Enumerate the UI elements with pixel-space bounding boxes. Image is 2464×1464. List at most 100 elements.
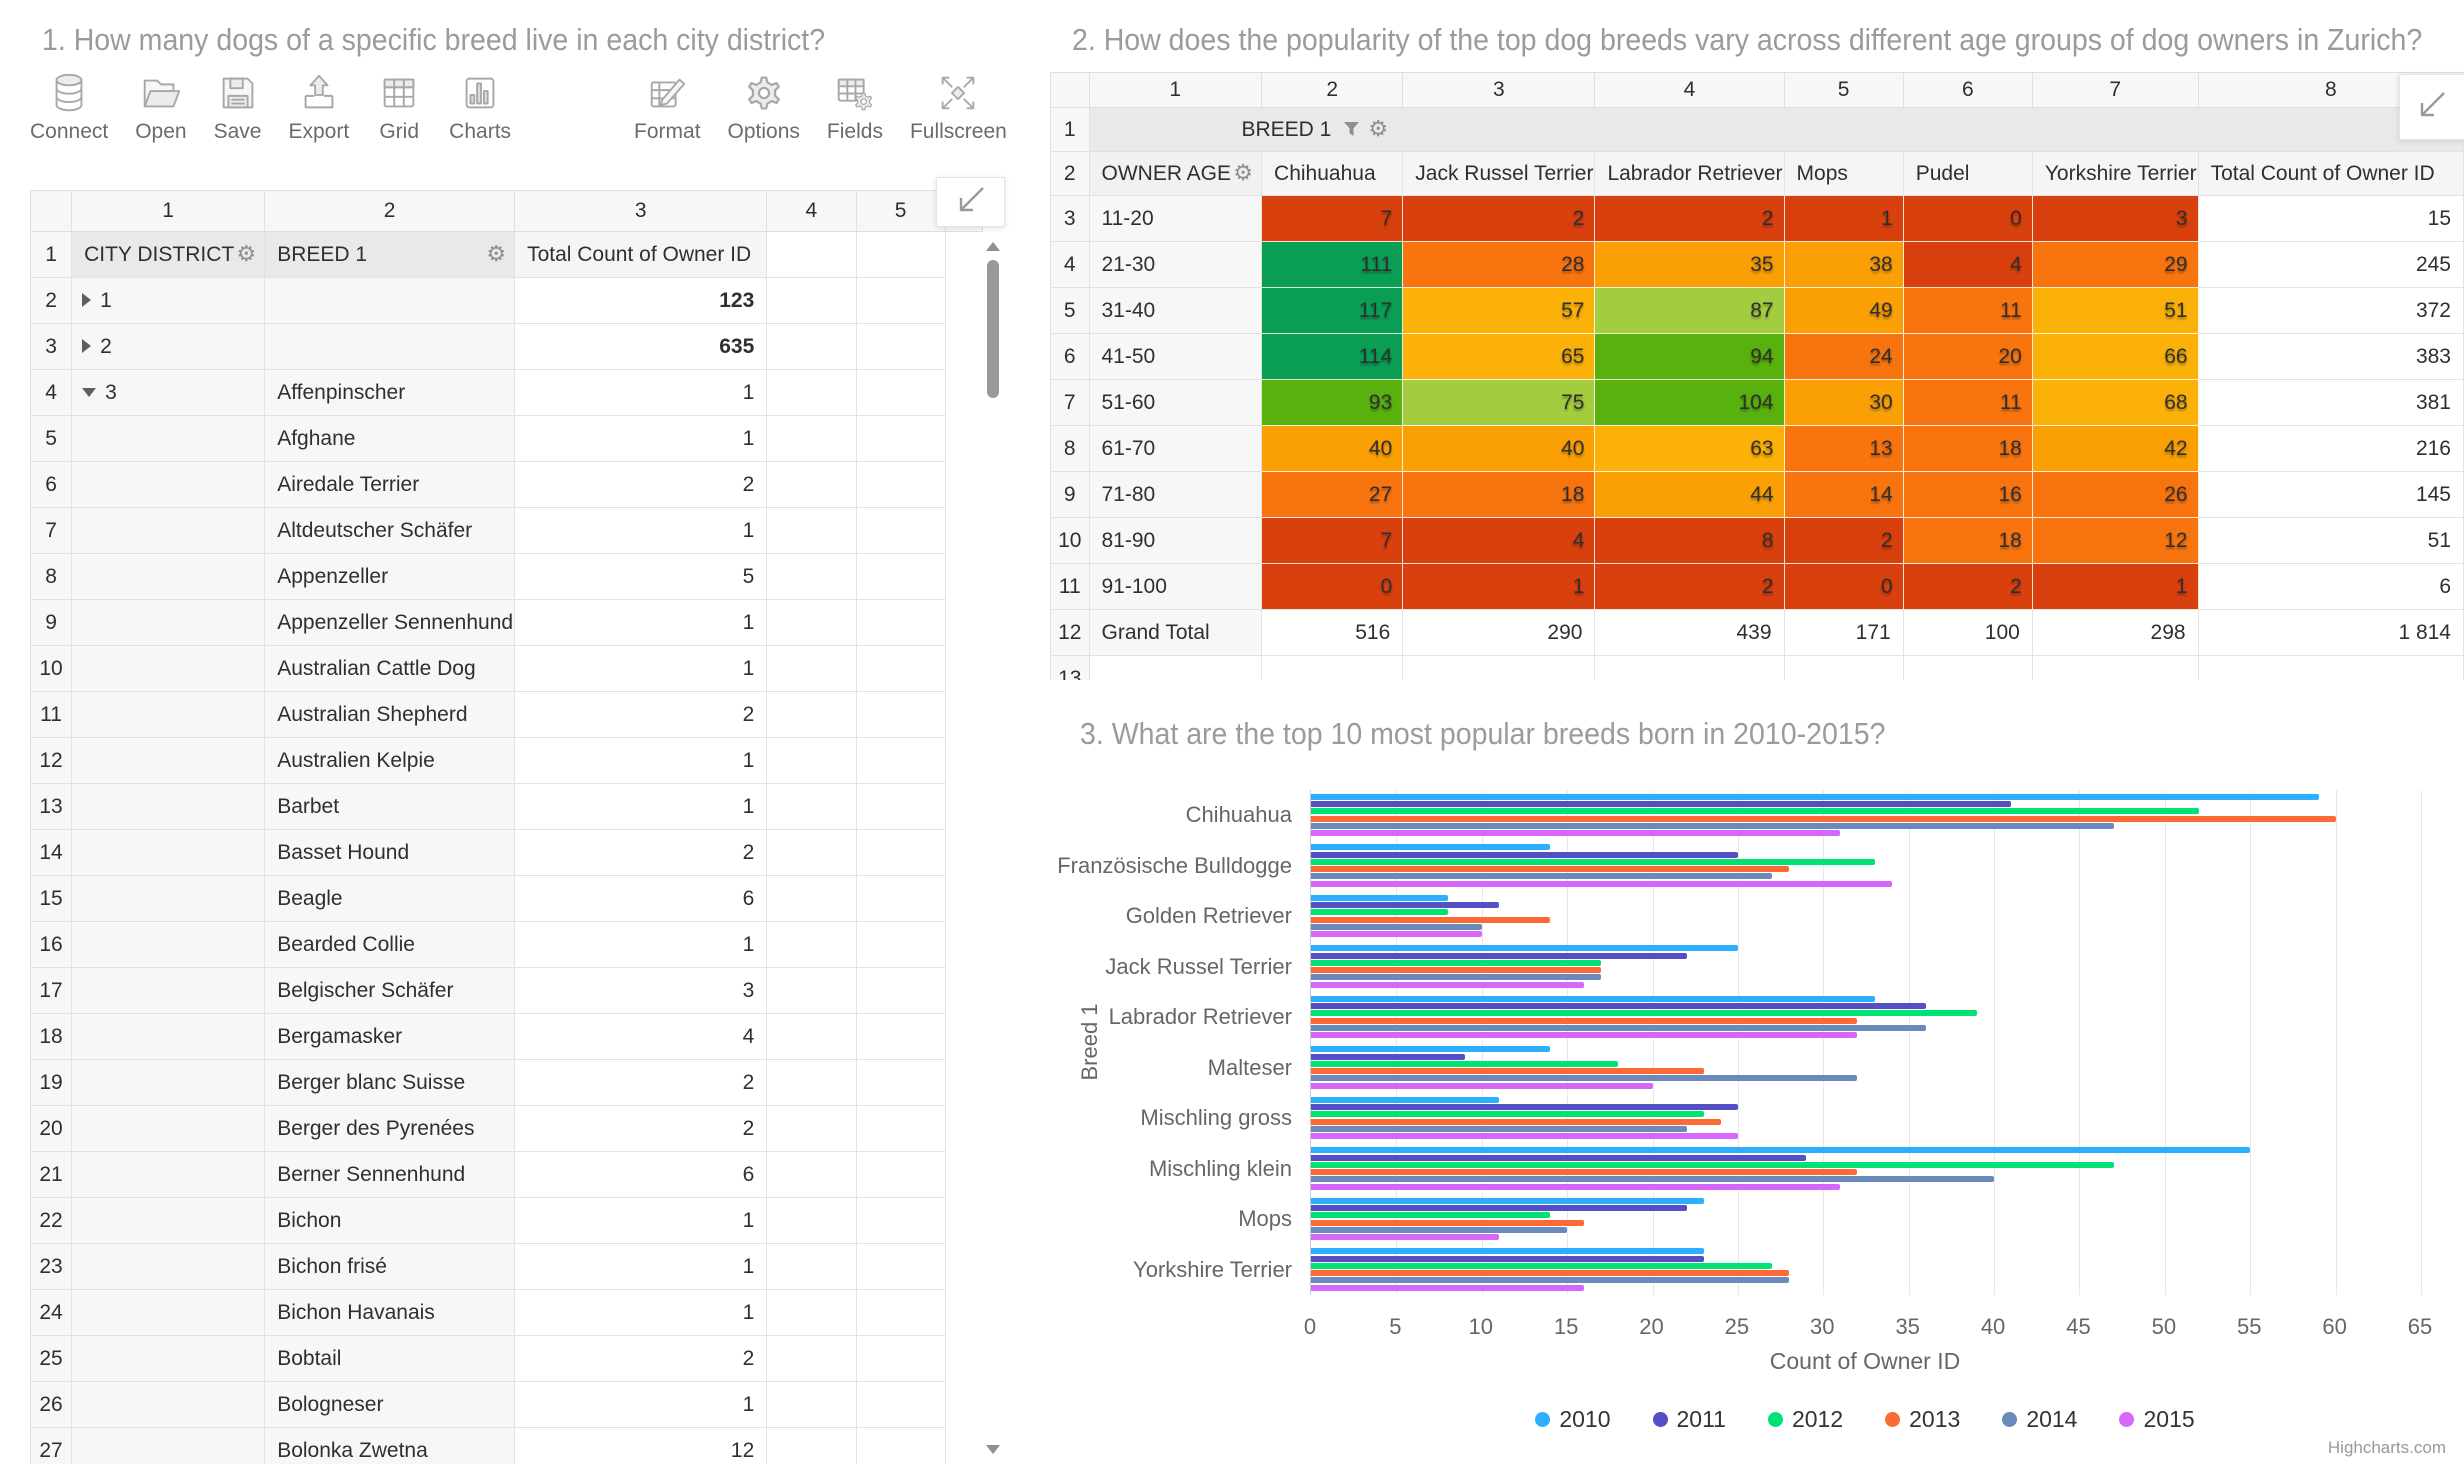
toolbar-fullscreen[interactable]: Fullscreen bbox=[910, 70, 1007, 144]
heatmap-cell[interactable]: 290 bbox=[1403, 610, 1595, 656]
value-cell[interactable]: 1 bbox=[515, 1198, 767, 1244]
heatmap-cell[interactable]: 40 bbox=[1262, 426, 1403, 472]
toolbar-connect[interactable]: Connect bbox=[30, 70, 108, 144]
district-cell[interactable] bbox=[72, 876, 265, 922]
heatmap-cell[interactable]: 8 bbox=[1595, 518, 1784, 564]
empty-cell[interactable] bbox=[767, 1152, 856, 1198]
breed-cell[interactable]: Afghane bbox=[265, 416, 515, 462]
bar-2014[interactable] bbox=[1311, 1277, 1789, 1283]
breed-cell[interactable]: Australian Shepherd bbox=[265, 692, 515, 738]
heatmap-cell[interactable]: 439 bbox=[1595, 610, 1784, 656]
value-cell[interactable]: 2 bbox=[515, 692, 767, 738]
heatmap-cell[interactable]: 16 bbox=[1904, 472, 2033, 518]
empty-cell[interactable] bbox=[767, 1244, 856, 1290]
empty-cell[interactable] bbox=[857, 278, 946, 324]
bar-2010[interactable] bbox=[1311, 945, 1738, 951]
district-cell[interactable] bbox=[72, 738, 265, 784]
empty-cell[interactable] bbox=[857, 554, 946, 600]
district-cell[interactable] bbox=[72, 416, 265, 462]
value-cell[interactable]: 123 bbox=[515, 278, 767, 324]
heatmap-cell[interactable]: 11 bbox=[1904, 380, 2033, 426]
value-cell[interactable]: 2 bbox=[515, 1060, 767, 1106]
district-cell[interactable] bbox=[72, 1198, 265, 1244]
bar-2012[interactable] bbox=[1311, 1061, 1618, 1067]
heatmap-cell[interactable]: 4 bbox=[1904, 242, 2033, 288]
bar-2013[interactable] bbox=[1311, 967, 1601, 973]
toolbar-export[interactable]: Export bbox=[288, 70, 349, 144]
value-cell[interactable]: 4 bbox=[515, 1014, 767, 1060]
bar-2011[interactable] bbox=[1311, 1003, 1926, 1009]
breed-cell[interactable]: Barbet bbox=[265, 784, 515, 830]
breed-cell[interactable] bbox=[265, 278, 515, 324]
empty-cell[interactable] bbox=[767, 600, 856, 646]
heatmap-cell[interactable]: 93 bbox=[1262, 380, 1403, 426]
heatmap-cell[interactable]: 104 bbox=[1595, 380, 1784, 426]
heatmap-cell[interactable]: 87 bbox=[1595, 288, 1784, 334]
gear-icon[interactable]: ⚙ bbox=[1368, 117, 1388, 142]
heatmap-cell[interactable]: 298 bbox=[2033, 610, 2199, 656]
age-group-label[interactable]: Grand Total bbox=[1090, 610, 1263, 656]
bar-2014[interactable] bbox=[1311, 1126, 1687, 1132]
heatmap-cell[interactable]: 0 bbox=[1262, 564, 1403, 610]
legend-item-2014[interactable]: 2014 bbox=[2002, 1406, 2077, 1433]
heatmap-cell[interactable]: 18 bbox=[1904, 426, 2033, 472]
row-total-cell[interactable]: 372 bbox=[2199, 288, 2464, 334]
bar-2015[interactable] bbox=[1311, 830, 1840, 836]
bar-2013[interactable] bbox=[1311, 1068, 1704, 1074]
bar-2014[interactable] bbox=[1311, 924, 1482, 930]
bar-2012[interactable] bbox=[1311, 960, 1601, 966]
district-cell[interactable] bbox=[72, 1382, 265, 1428]
age-group-label[interactable]: 61-70 bbox=[1090, 426, 1263, 472]
collapse-row-icon[interactable] bbox=[82, 388, 96, 397]
vertical-scrollbar[interactable] bbox=[983, 234, 1003, 1464]
empty-cell[interactable] bbox=[767, 784, 856, 830]
empty-cell[interactable] bbox=[767, 324, 856, 370]
age-group-label[interactable]: 81-90 bbox=[1090, 518, 1263, 564]
bar-2015[interactable] bbox=[1311, 1083, 1653, 1089]
heatmap-cell[interactable]: 27 bbox=[1262, 472, 1403, 518]
age-group-label[interactable]: 71-80 bbox=[1090, 472, 1263, 518]
heatmap-cell[interactable]: 30 bbox=[1785, 380, 1904, 426]
toolbar-format[interactable]: Format bbox=[634, 70, 701, 144]
empty-cell[interactable] bbox=[767, 968, 856, 1014]
breed-cell[interactable]: Bearded Collie bbox=[265, 922, 515, 968]
bar-2013[interactable] bbox=[1311, 917, 1550, 923]
legend-item-2011[interactable]: 2011 bbox=[1653, 1406, 1726, 1433]
district-cell[interactable] bbox=[72, 830, 265, 876]
row-total-cell[interactable]: 245 bbox=[2199, 242, 2464, 288]
breed-column-header[interactable]: Chihuahua bbox=[1262, 152, 1403, 196]
value-cell[interactable]: 1 bbox=[515, 508, 767, 554]
bar-2012[interactable] bbox=[1311, 1010, 1977, 1016]
heatmap-cell[interactable]: 65 bbox=[1403, 334, 1595, 380]
heatmap-cell[interactable]: 0 bbox=[1904, 196, 2033, 242]
breed-column-header[interactable]: Mops bbox=[1785, 152, 1904, 196]
row-total-cell[interactable]: 15 bbox=[2199, 196, 2464, 242]
age-group-label[interactable]: 41-50 bbox=[1090, 334, 1263, 380]
district-cell[interactable] bbox=[72, 1244, 265, 1290]
toolbar-open[interactable]: Open bbox=[135, 70, 186, 144]
empty-cell[interactable] bbox=[857, 1198, 946, 1244]
heatmap-cell[interactable]: 66 bbox=[2033, 334, 2199, 380]
empty-cell[interactable] bbox=[857, 324, 946, 370]
value-cell[interactable]: 2 bbox=[515, 1106, 767, 1152]
heatmap-cell[interactable]: 40 bbox=[1403, 426, 1595, 472]
heatmap-cell[interactable]: 42 bbox=[2033, 426, 2199, 472]
heatmap-cell[interactable]: 2 bbox=[1904, 564, 2033, 610]
breed-cell[interactable]: Appenzeller bbox=[265, 554, 515, 600]
heatmap-cell[interactable]: 14 bbox=[1785, 472, 1904, 518]
breed-cell[interactable]: Australien Kelpie bbox=[265, 738, 515, 784]
empty-cell[interactable] bbox=[857, 1152, 946, 1198]
value-cell[interactable]: 1 bbox=[515, 1244, 767, 1290]
heatmap-cell[interactable]: 4 bbox=[1403, 518, 1595, 564]
district-cell[interactable] bbox=[72, 1428, 265, 1464]
row-total-cell[interactable]: 145 bbox=[2199, 472, 2464, 518]
expand-row-icon[interactable] bbox=[82, 293, 91, 307]
empty-cell[interactable] bbox=[767, 692, 856, 738]
heatmap-cell[interactable]: 94 bbox=[1595, 334, 1784, 380]
heatmap-cell[interactable]: 63 bbox=[1595, 426, 1784, 472]
bar-2014[interactable] bbox=[1311, 1227, 1567, 1233]
district-cell[interactable] bbox=[72, 600, 265, 646]
highcharts-credits[interactable]: Highcharts.com bbox=[2328, 1438, 2446, 1458]
district-cell[interactable]: 2 bbox=[72, 324, 265, 370]
empty-cell[interactable] bbox=[767, 1106, 856, 1152]
